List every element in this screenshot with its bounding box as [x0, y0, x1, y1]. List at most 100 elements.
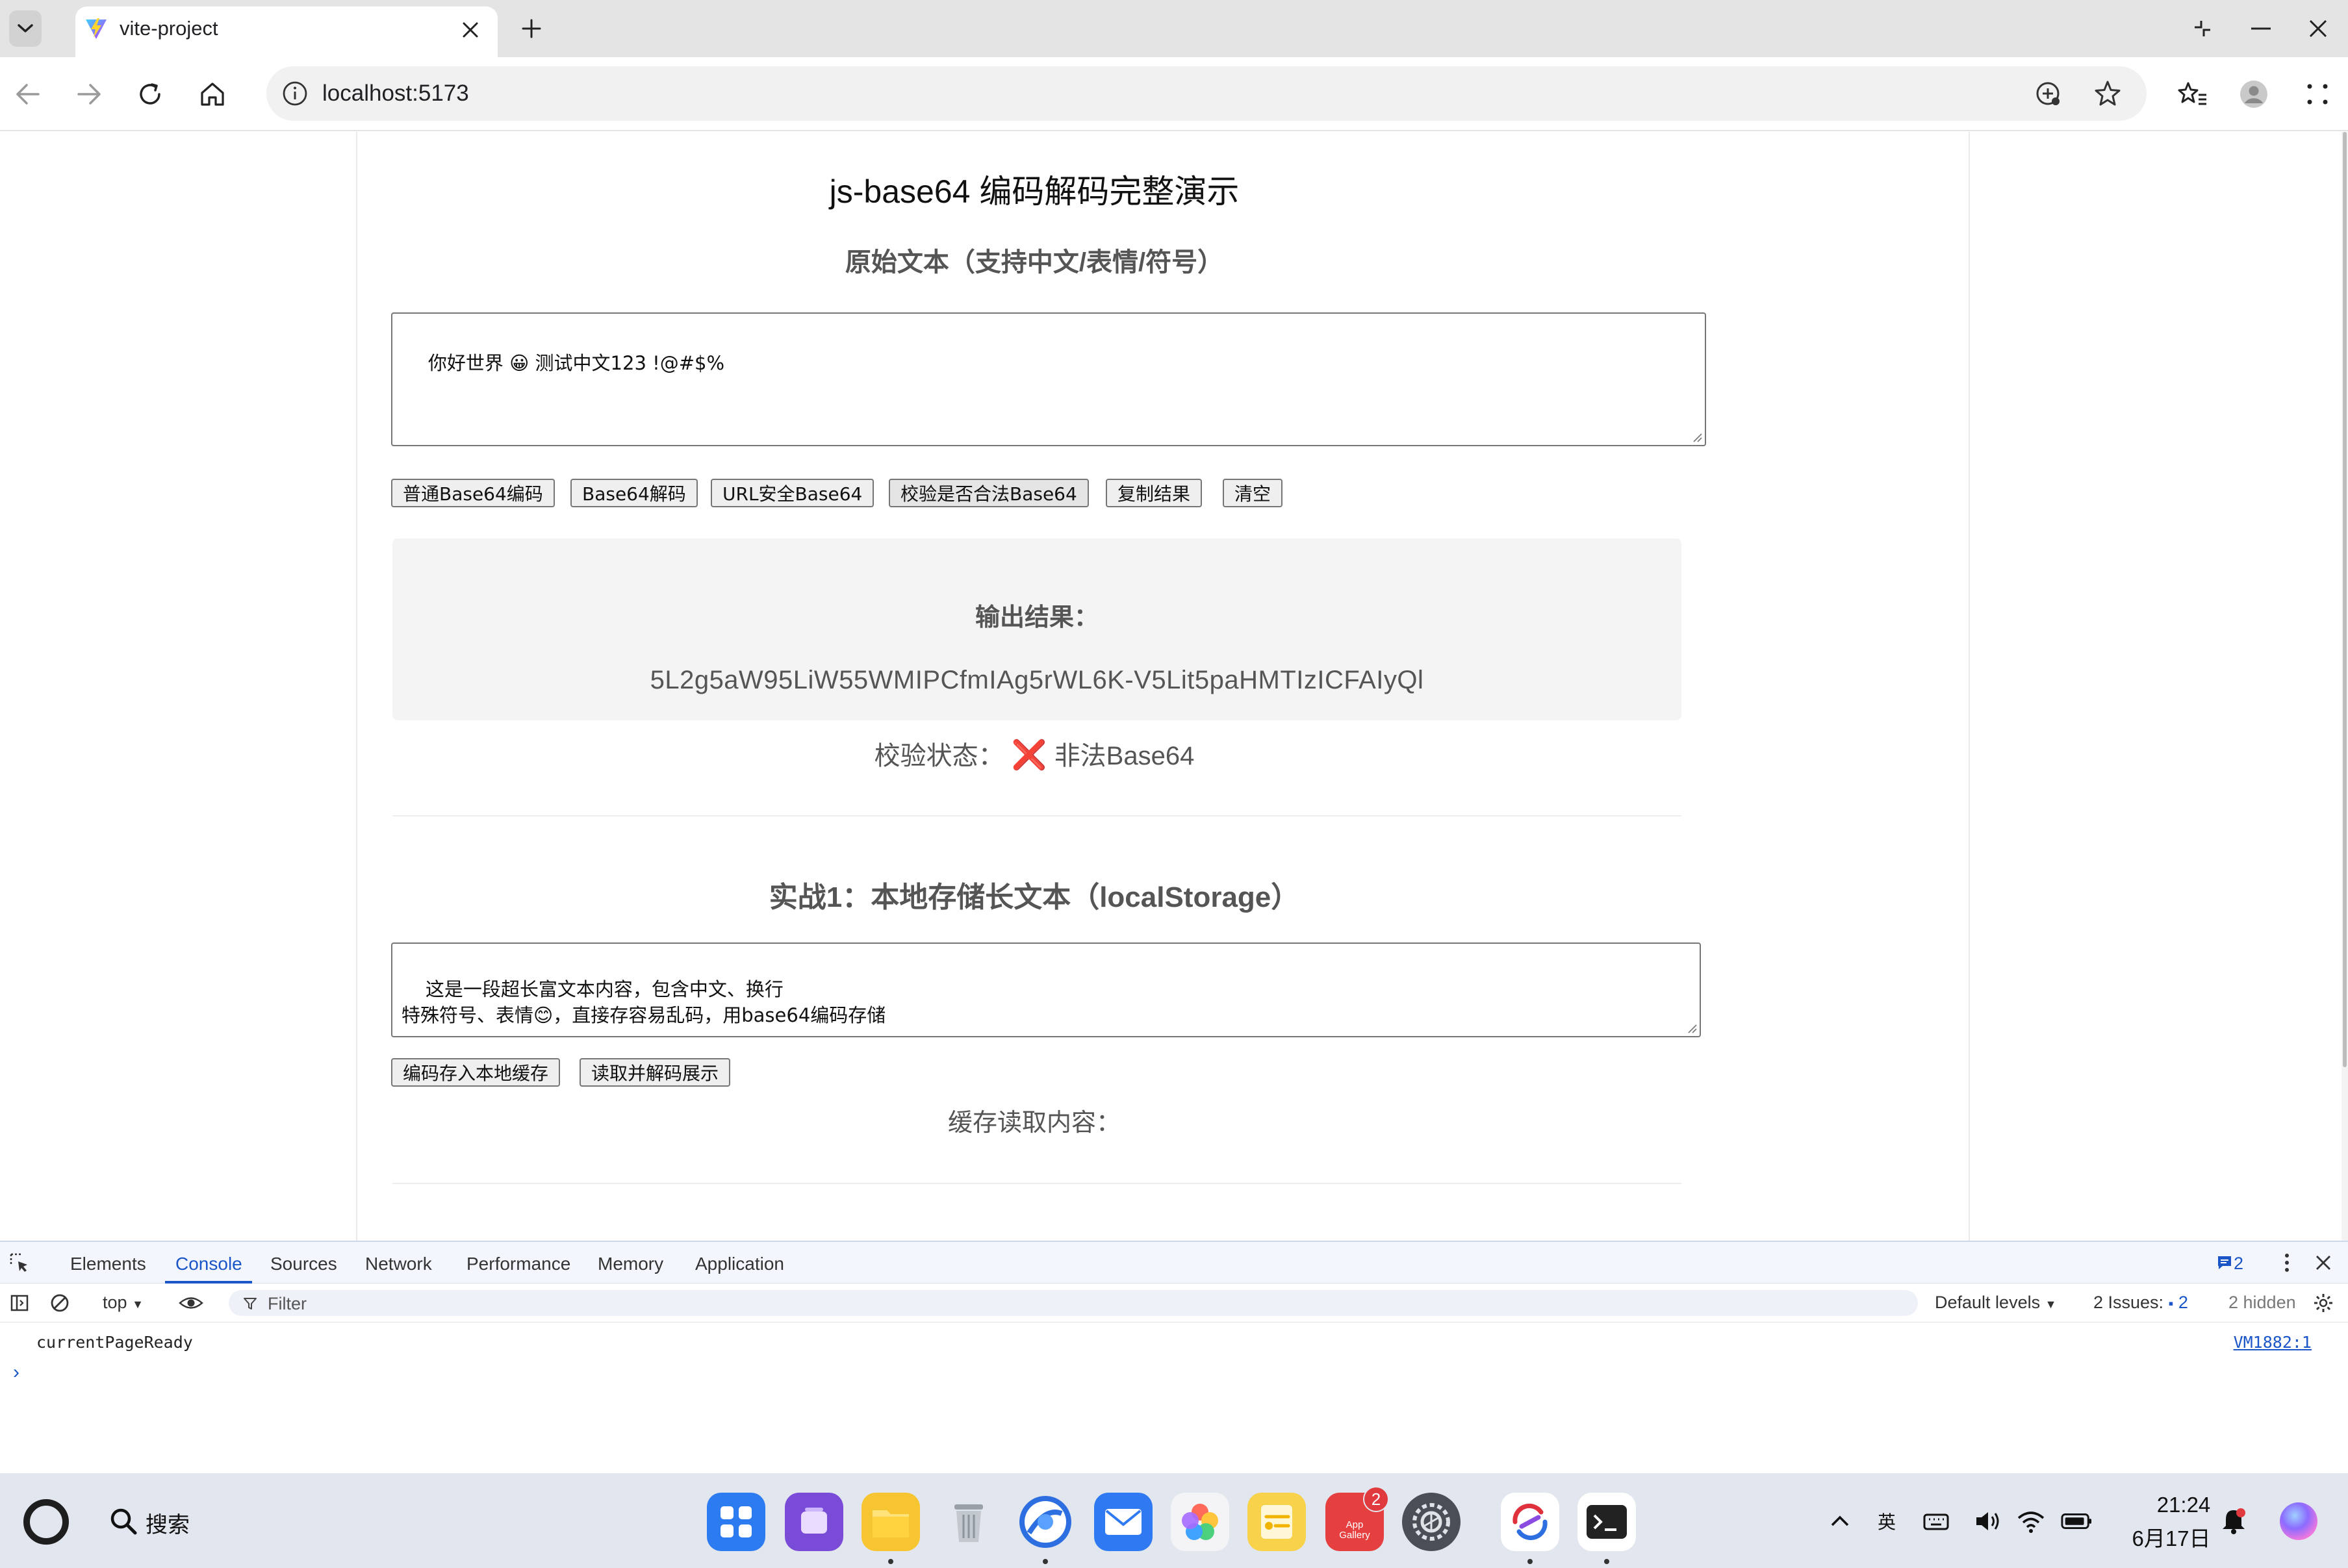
home-button[interactable] — [191, 73, 234, 116]
tab-title: vite-project — [120, 17, 218, 40]
context-selector[interactable]: top ▼ — [103, 1293, 144, 1313]
code-editor-icon[interactable] — [1501, 1493, 1559, 1551]
console-filter-input[interactable]: Filter — [229, 1290, 1918, 1316]
section-divider — [392, 1183, 1681, 1184]
tray-expand-icon[interactable] — [1824, 1506, 1856, 1537]
console-source-link[interactable]: VM1882:1 — [2234, 1333, 2312, 1352]
search-icon[interactable] — [108, 1506, 139, 1537]
wifi-icon[interactable] — [2015, 1506, 2047, 1537]
base64-decode-button[interactable]: Base64解码 — [570, 479, 698, 507]
devtools-tab-network[interactable]: Network — [365, 1254, 432, 1274]
resize-grip-icon[interactable] — [1691, 431, 1702, 442]
validation-status: 校验状态： ❌ 非法Base64 — [0, 735, 2069, 772]
photos-icon[interactable] — [1171, 1493, 1229, 1551]
close-icon — [463, 22, 478, 38]
translate-icon[interactable] — [2031, 77, 2065, 110]
notification-bell-icon[interactable] — [2218, 1506, 2249, 1537]
devtools-tab-elements[interactable]: Elements — [70, 1254, 146, 1274]
validate-base64-button[interactable]: 校验是否合法Base64 — [889, 479, 1089, 507]
favorites-button[interactable] — [2171, 73, 2214, 116]
devtools-tab-sources[interactable]: Sources — [270, 1254, 337, 1274]
close-window-button[interactable] — [2299, 12, 2338, 45]
scrollbar-thumb[interactable] — [2343, 132, 2347, 1067]
message-count[interactable]: 2 — [2234, 1254, 2243, 1274]
storage-section-heading: 实战1：本地存储长文本（localStorage） — [769, 881, 1300, 913]
clear-button[interactable]: 清空 — [1223, 479, 1283, 507]
settings-gear-icon[interactable] — [1402, 1493, 1461, 1551]
files-folder-icon[interactable] — [861, 1493, 920, 1551]
notification-badge: 2 — [1363, 1486, 1389, 1512]
restore-window-button[interactable] — [2183, 12, 2222, 45]
new-tab-button[interactable] — [513, 13, 550, 44]
multitask-icon[interactable] — [785, 1493, 843, 1551]
reload-button[interactable] — [129, 73, 172, 116]
long-text-value: 这是一段超长富文本内容，包含中文、换行 特殊符号、表情😊，直接存容易乱码，用ba… — [402, 978, 886, 1026]
search-label[interactable]: 搜索 — [146, 1507, 190, 1539]
os-taskbar: 搜索 App Gallery 2 英 21:24 6月17日 — [0, 1473, 2348, 1568]
back-button[interactable] — [6, 73, 49, 116]
console-prompt[interactable]: › — [13, 1361, 19, 1384]
devtools-tab-performance[interactable]: Performance — [466, 1254, 570, 1274]
assistant-orb-icon[interactable] — [2278, 1500, 2319, 1542]
address-bar[interactable]: localhost:5173 — [266, 66, 2147, 121]
devtools-tab-application[interactable]: Application — [695, 1254, 784, 1274]
tab-close-button[interactable] — [455, 14, 486, 45]
save-to-storage-button[interactable]: 编码存入本地缓存 — [391, 1058, 561, 1087]
keyboard-icon[interactable] — [1921, 1506, 1952, 1537]
devtools-menu-icon[interactable] — [2274, 1250, 2300, 1276]
clock-time[interactable]: 21:24 — [2154, 1493, 2213, 1517]
log-levels-dropdown[interactable]: Default levels ▼ — [1935, 1293, 2056, 1313]
minimize-button[interactable] — [2241, 12, 2280, 45]
live-expression-eye-icon[interactable] — [178, 1290, 204, 1316]
inspect-element-icon[interactable] — [6, 1250, 32, 1276]
app-launcher-icon[interactable] — [707, 1493, 765, 1551]
arrow-right-icon — [77, 84, 101, 105]
resize-grip-icon[interactable] — [1685, 1022, 1697, 1033]
terminal-icon[interactable] — [1577, 1493, 1636, 1551]
arrow-left-icon — [16, 84, 40, 105]
notes-icon[interactable] — [1247, 1493, 1306, 1551]
url-safe-base64-button[interactable]: URL安全Base64 — [711, 479, 874, 507]
devtools-tab-console[interactable]: Console — [175, 1254, 242, 1274]
context-value: top — [103, 1293, 127, 1312]
mail-icon[interactable] — [1094, 1493, 1153, 1551]
copy-result-button[interactable]: 复制结果 — [1106, 479, 1203, 507]
console-message: currentPageReady — [36, 1333, 193, 1352]
url-text[interactable]: localhost:5173 — [322, 81, 469, 107]
devtools-panel: Elements Console Sources Network Perform… — [0, 1241, 2348, 1473]
reload-icon — [140, 83, 160, 105]
forward-button[interactable] — [68, 73, 110, 116]
clock-date[interactable]: 6月17日 — [2126, 1521, 2217, 1552]
input-method-indicator[interactable]: 英 — [1871, 1506, 1902, 1537]
devtools-close-icon[interactable] — [2310, 1250, 2336, 1276]
browser-globe-icon[interactable] — [1016, 1493, 1075, 1551]
plus-icon — [522, 19, 541, 38]
page-viewport: js-base64 编码解码完整演示 原始文本（支持中文/表情/符号） 你好世界… — [0, 132, 2348, 1241]
battery-icon[interactable] — [2061, 1506, 2092, 1537]
app-gallery-label: App Gallery — [1339, 1519, 1370, 1541]
cross-mark-icon: ❌ — [1011, 739, 1047, 771]
page-scrollbar[interactable] — [2342, 132, 2348, 1241]
more-dots-icon — [2307, 84, 2328, 105]
more-menu-button[interactable] — [2296, 73, 2339, 116]
volume-icon[interactable] — [1972, 1506, 2004, 1537]
console-settings-gear-icon[interactable] — [2310, 1290, 2336, 1316]
devtools-tab-memory[interactable]: Memory — [598, 1254, 663, 1274]
long-text-input[interactable]: 这是一段超长富文本内容，包含中文、换行 特殊符号、表情😊，直接存容易乱码，用ba… — [391, 942, 1701, 1037]
tab-list-button[interactable] — [9, 10, 42, 47]
collapse-icon — [2195, 21, 2210, 36]
original-text-value: 你好世界 😀 测试中文123 !@#$% — [427, 352, 725, 374]
read-from-storage-button[interactable]: 读取并解码展示 — [580, 1058, 731, 1087]
close-window-icon — [2309, 19, 2327, 38]
start-button[interactable] — [23, 1499, 69, 1545]
profile-button[interactable] — [2232, 73, 2275, 116]
minimize-icon — [2251, 27, 2271, 30]
sidebar-toggle-icon[interactable] — [6, 1290, 32, 1316]
base64-encode-button[interactable]: 普通Base64编码 — [391, 479, 555, 507]
issues-link[interactable]: 2 Issues: ▪ 2 — [2093, 1293, 2188, 1313]
star-icon[interactable] — [2091, 77, 2125, 110]
info-icon[interactable] — [281, 79, 309, 108]
clear-console-icon[interactable] — [47, 1290, 73, 1316]
original-text-input[interactable]: 你好世界 😀 测试中文123 !@#$% — [391, 312, 1706, 446]
trash-icon[interactable] — [939, 1493, 998, 1551]
